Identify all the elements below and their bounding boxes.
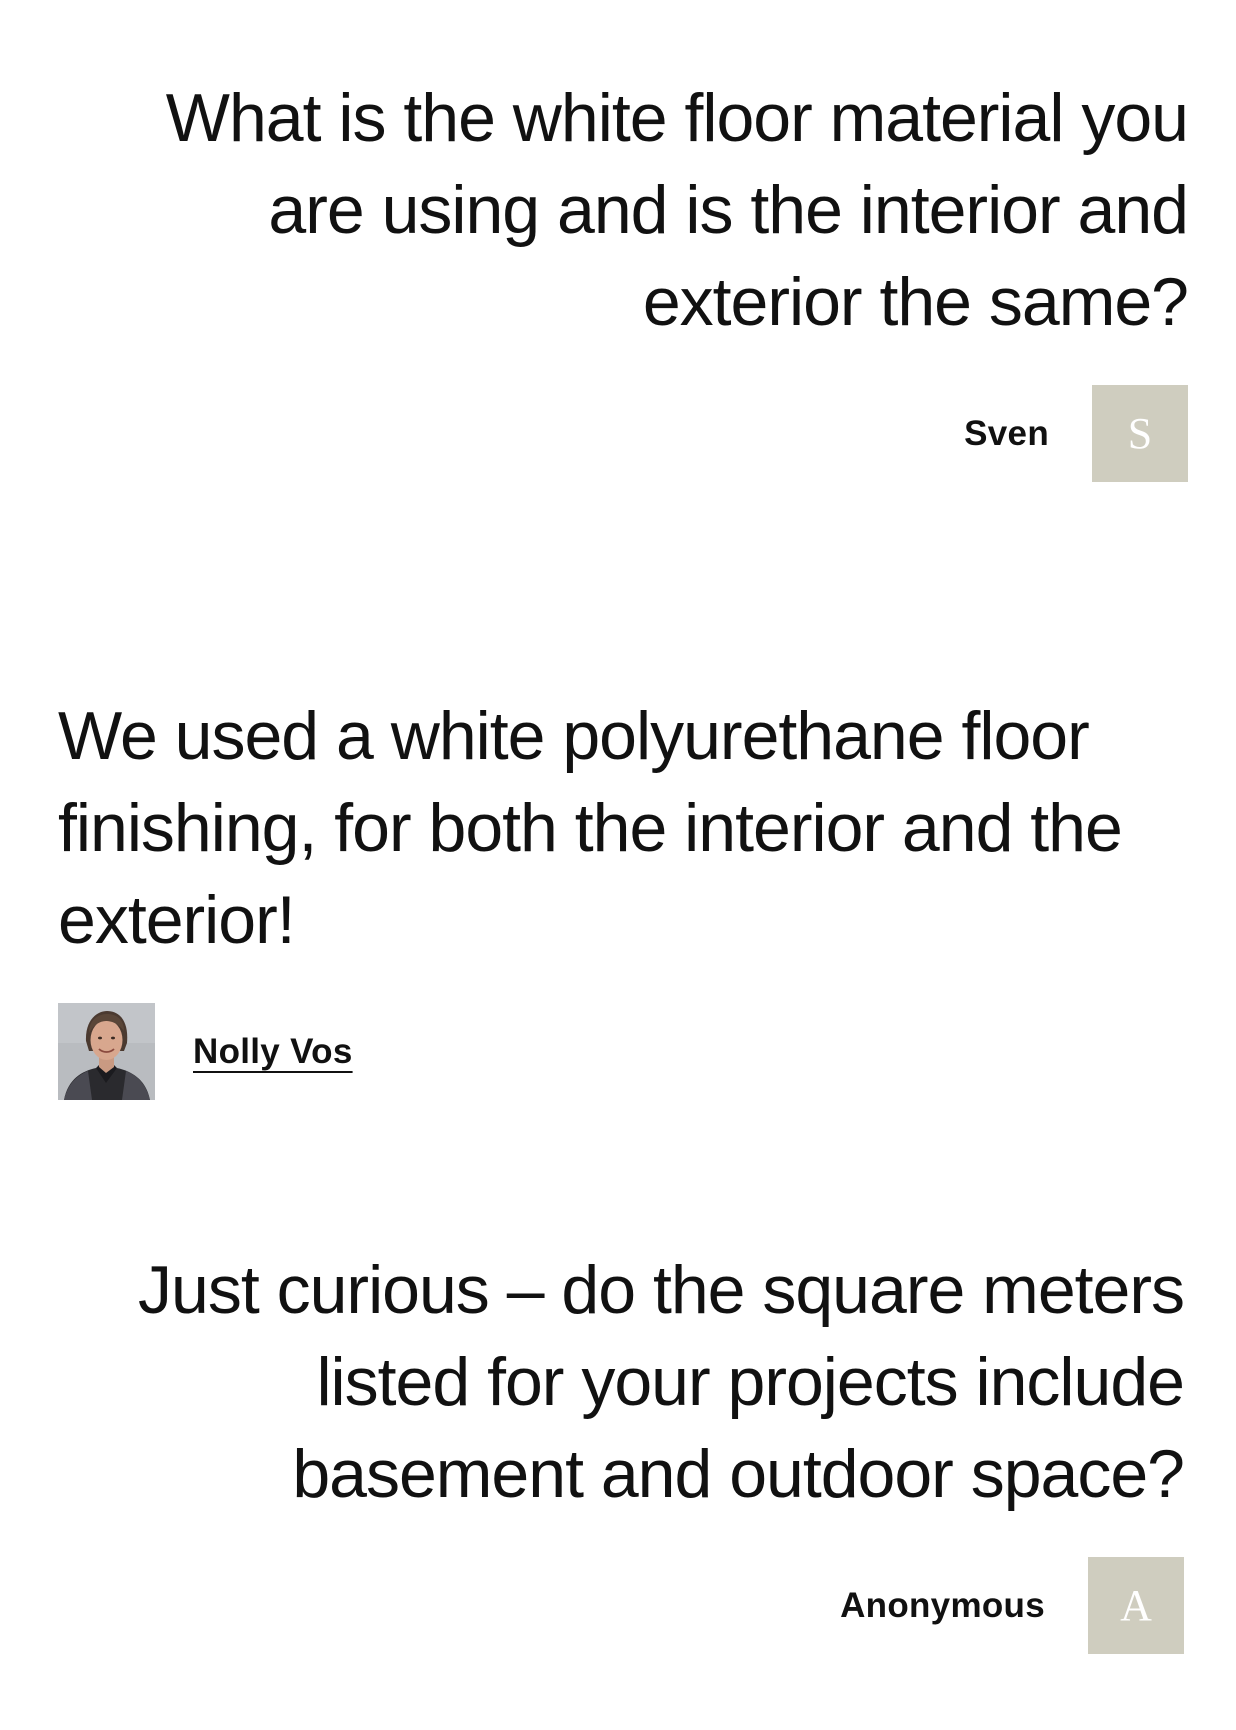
comment-text: What is the white floor material you are… xyxy=(165,80,1189,340)
avatar-initial: S xyxy=(1092,385,1188,482)
comment-author-row: Sven S xyxy=(964,385,1188,482)
comment-question-sven: What is the white floor material you are… xyxy=(60,72,1189,482)
comment-reply-nolly-vos: We used a white polyurethane floor finis… xyxy=(58,690,1186,1100)
author-name-link[interactable]: Nolly Vos xyxy=(193,1032,353,1072)
comment-author-row: Anonymous A xyxy=(840,1557,1184,1654)
comment-text: Just curious – do the square meters list… xyxy=(138,1252,1185,1512)
person-photo-icon[interactable] xyxy=(58,1003,155,1100)
comment-thread: What is the white floor material you are… xyxy=(0,0,1236,1730)
comment-text: We used a white polyurethane floor finis… xyxy=(58,698,1123,958)
avatar-initial: A xyxy=(1088,1557,1184,1654)
author-name: Sven xyxy=(964,413,1049,453)
comment-author-row: Nolly Vos xyxy=(58,1003,353,1100)
author-name: Anonymous xyxy=(840,1585,1045,1625)
comment-question-anonymous: Just curious – do the square meters list… xyxy=(60,1244,1185,1654)
